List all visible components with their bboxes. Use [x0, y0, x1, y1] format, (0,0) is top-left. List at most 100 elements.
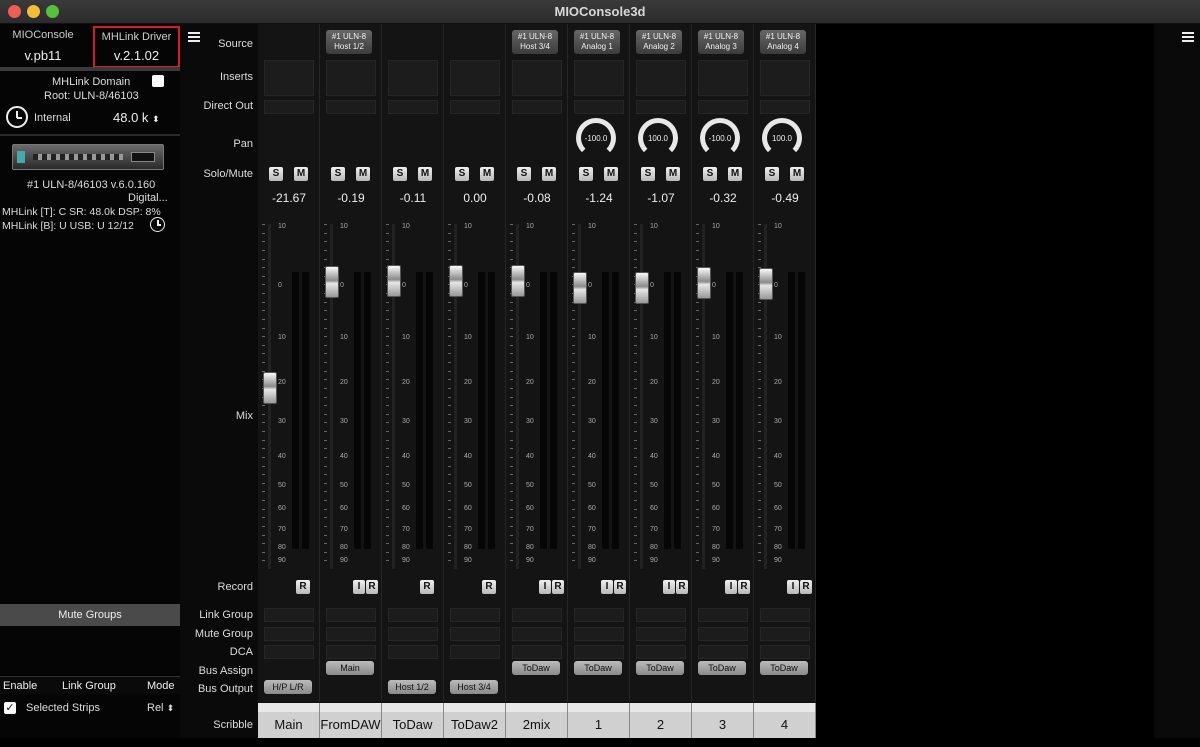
direct-out-slot[interactable]: [636, 100, 686, 114]
mute-button[interactable]: M: [604, 167, 618, 181]
bus-assign-button[interactable]: ToDaw: [698, 661, 746, 675]
link-group-slot[interactable]: [698, 608, 748, 622]
scribble-strip[interactable]: 2: [630, 703, 692, 738]
menu-icon[interactable]: [188, 32, 200, 42]
input-monitor-button[interactable]: I: [601, 580, 613, 594]
direct-out-slot[interactable]: [388, 100, 438, 114]
volume-fader[interactable]: [325, 265, 339, 298]
link-group-slot[interactable]: [636, 608, 686, 622]
dca-slot[interactable]: [388, 645, 438, 659]
mute-button[interactable]: M: [790, 167, 804, 181]
scribble-strip[interactable]: ToDaw2: [444, 703, 506, 738]
input-monitor-button[interactable]: I: [787, 580, 799, 594]
link-group-slot[interactable]: [574, 608, 624, 622]
bus-assign-button[interactable]: ToDaw: [512, 661, 560, 675]
bus-output-button[interactable]: H/P L/R: [264, 680, 312, 694]
mute-button[interactable]: M: [356, 167, 370, 181]
mute-button[interactable]: M: [418, 167, 432, 181]
volume-fader[interactable]: [697, 266, 711, 299]
link-group-slot[interactable]: [760, 608, 810, 622]
source-select-button[interactable]: #1 ULN-8 Analog 1: [574, 30, 620, 54]
scribble-strip[interactable]: FromDAW: [320, 703, 382, 738]
mute-group-slot[interactable]: [512, 627, 562, 641]
direct-out-slot[interactable]: [512, 100, 562, 114]
direct-out-slot[interactable]: [698, 100, 748, 114]
volume-fader[interactable]: [387, 265, 401, 298]
link-group-slot[interactable]: [388, 608, 438, 622]
volume-fader[interactable]: [263, 371, 277, 404]
input-monitor-button[interactable]: I: [539, 580, 551, 594]
record-button[interactable]: R: [482, 580, 496, 594]
mute-button[interactable]: M: [542, 167, 556, 181]
pan-knob[interactable]: -100.0: [576, 118, 616, 158]
mute-groups-header[interactable]: Mute Groups: [0, 604, 180, 626]
volume-fader[interactable]: [449, 264, 463, 297]
source-select-button[interactable]: #1 ULN-8 Host 1/2: [326, 30, 372, 54]
mute-group-slot[interactable]: [760, 627, 810, 641]
mute-button[interactable]: M: [666, 167, 680, 181]
bus-output-button[interactable]: Host 3/4: [450, 680, 498, 694]
mute-group-slot[interactable]: [636, 627, 686, 641]
mute-group-slot[interactable]: [388, 627, 438, 641]
inserts-slot[interactable]: [698, 60, 748, 96]
input-monitor-button[interactable]: I: [353, 580, 365, 594]
bus-assign-button[interactable]: Main: [326, 661, 374, 675]
solo-button[interactable]: S: [455, 167, 469, 181]
inserts-slot[interactable]: [636, 60, 686, 96]
dca-slot[interactable]: [512, 645, 562, 659]
record-button[interactable]: R: [296, 580, 310, 594]
record-button[interactable]: R: [614, 580, 626, 594]
mute-group-slot[interactable]: [264, 627, 314, 641]
scribble-strip[interactable]: 4: [754, 703, 816, 738]
bus-output-button[interactable]: Host 1/2: [388, 680, 436, 694]
domain-checkbox[interactable]: [152, 75, 164, 87]
dca-slot[interactable]: [760, 645, 810, 659]
solo-button[interactable]: S: [765, 167, 779, 181]
inserts-slot[interactable]: [264, 60, 314, 96]
volume-fader[interactable]: [511, 264, 525, 297]
volume-fader[interactable]: [759, 267, 773, 300]
mute-button[interactable]: M: [480, 167, 494, 181]
dca-slot[interactable]: [698, 645, 748, 659]
scribble-strip[interactable]: ToDaw: [382, 703, 444, 738]
scribble-strip[interactable]: 2mix: [506, 703, 568, 738]
source-select-button[interactable]: #1 ULN-8 Host 3/4: [512, 30, 558, 54]
scribble-strip[interactable]: Main: [258, 703, 320, 738]
volume-fader[interactable]: [573, 272, 587, 305]
direct-out-slot[interactable]: [760, 100, 810, 114]
bus-assign-button[interactable]: ToDaw: [574, 661, 622, 675]
direct-out-slot[interactable]: [450, 100, 500, 114]
pan-knob[interactable]: 100.0: [762, 118, 802, 158]
direct-out-slot[interactable]: [574, 100, 624, 114]
scribble-strip[interactable]: 1: [568, 703, 630, 738]
inserts-slot[interactable]: [450, 60, 500, 96]
bus-assign-button[interactable]: ToDaw: [760, 661, 808, 675]
input-monitor-button[interactable]: I: [663, 580, 675, 594]
inserts-slot[interactable]: [512, 60, 562, 96]
link-group-slot[interactable]: [512, 608, 562, 622]
solo-button[interactable]: S: [331, 167, 345, 181]
inserts-slot[interactable]: [388, 60, 438, 96]
dca-slot[interactable]: [264, 645, 314, 659]
record-button[interactable]: R: [366, 580, 378, 594]
direct-out-slot[interactable]: [264, 100, 314, 114]
mute-group-slot[interactable]: [698, 627, 748, 641]
pan-knob[interactable]: -100.0: [700, 118, 740, 158]
inserts-slot[interactable]: [574, 60, 624, 96]
record-button[interactable]: R: [420, 580, 434, 594]
record-button[interactable]: R: [800, 580, 812, 594]
source-select-button[interactable]: #1 ULN-8 Analog 2: [636, 30, 682, 54]
solo-button[interactable]: S: [517, 167, 531, 181]
solo-button[interactable]: S: [703, 167, 717, 181]
link-group-slot[interactable]: [326, 608, 376, 622]
inserts-slot[interactable]: [760, 60, 810, 96]
far-right-menu-icon[interactable]: [1182, 32, 1194, 42]
selected-strips-checkbox[interactable]: ✓: [4, 702, 16, 714]
inserts-slot[interactable]: [326, 60, 376, 96]
scribble-strip[interactable]: 3: [692, 703, 754, 738]
solo-button[interactable]: S: [269, 167, 283, 181]
pan-knob[interactable]: 100.0: [638, 118, 678, 158]
mode-select[interactable]: Rel ⬍: [147, 702, 174, 714]
dca-slot[interactable]: [450, 645, 500, 659]
dca-slot[interactable]: [574, 645, 624, 659]
